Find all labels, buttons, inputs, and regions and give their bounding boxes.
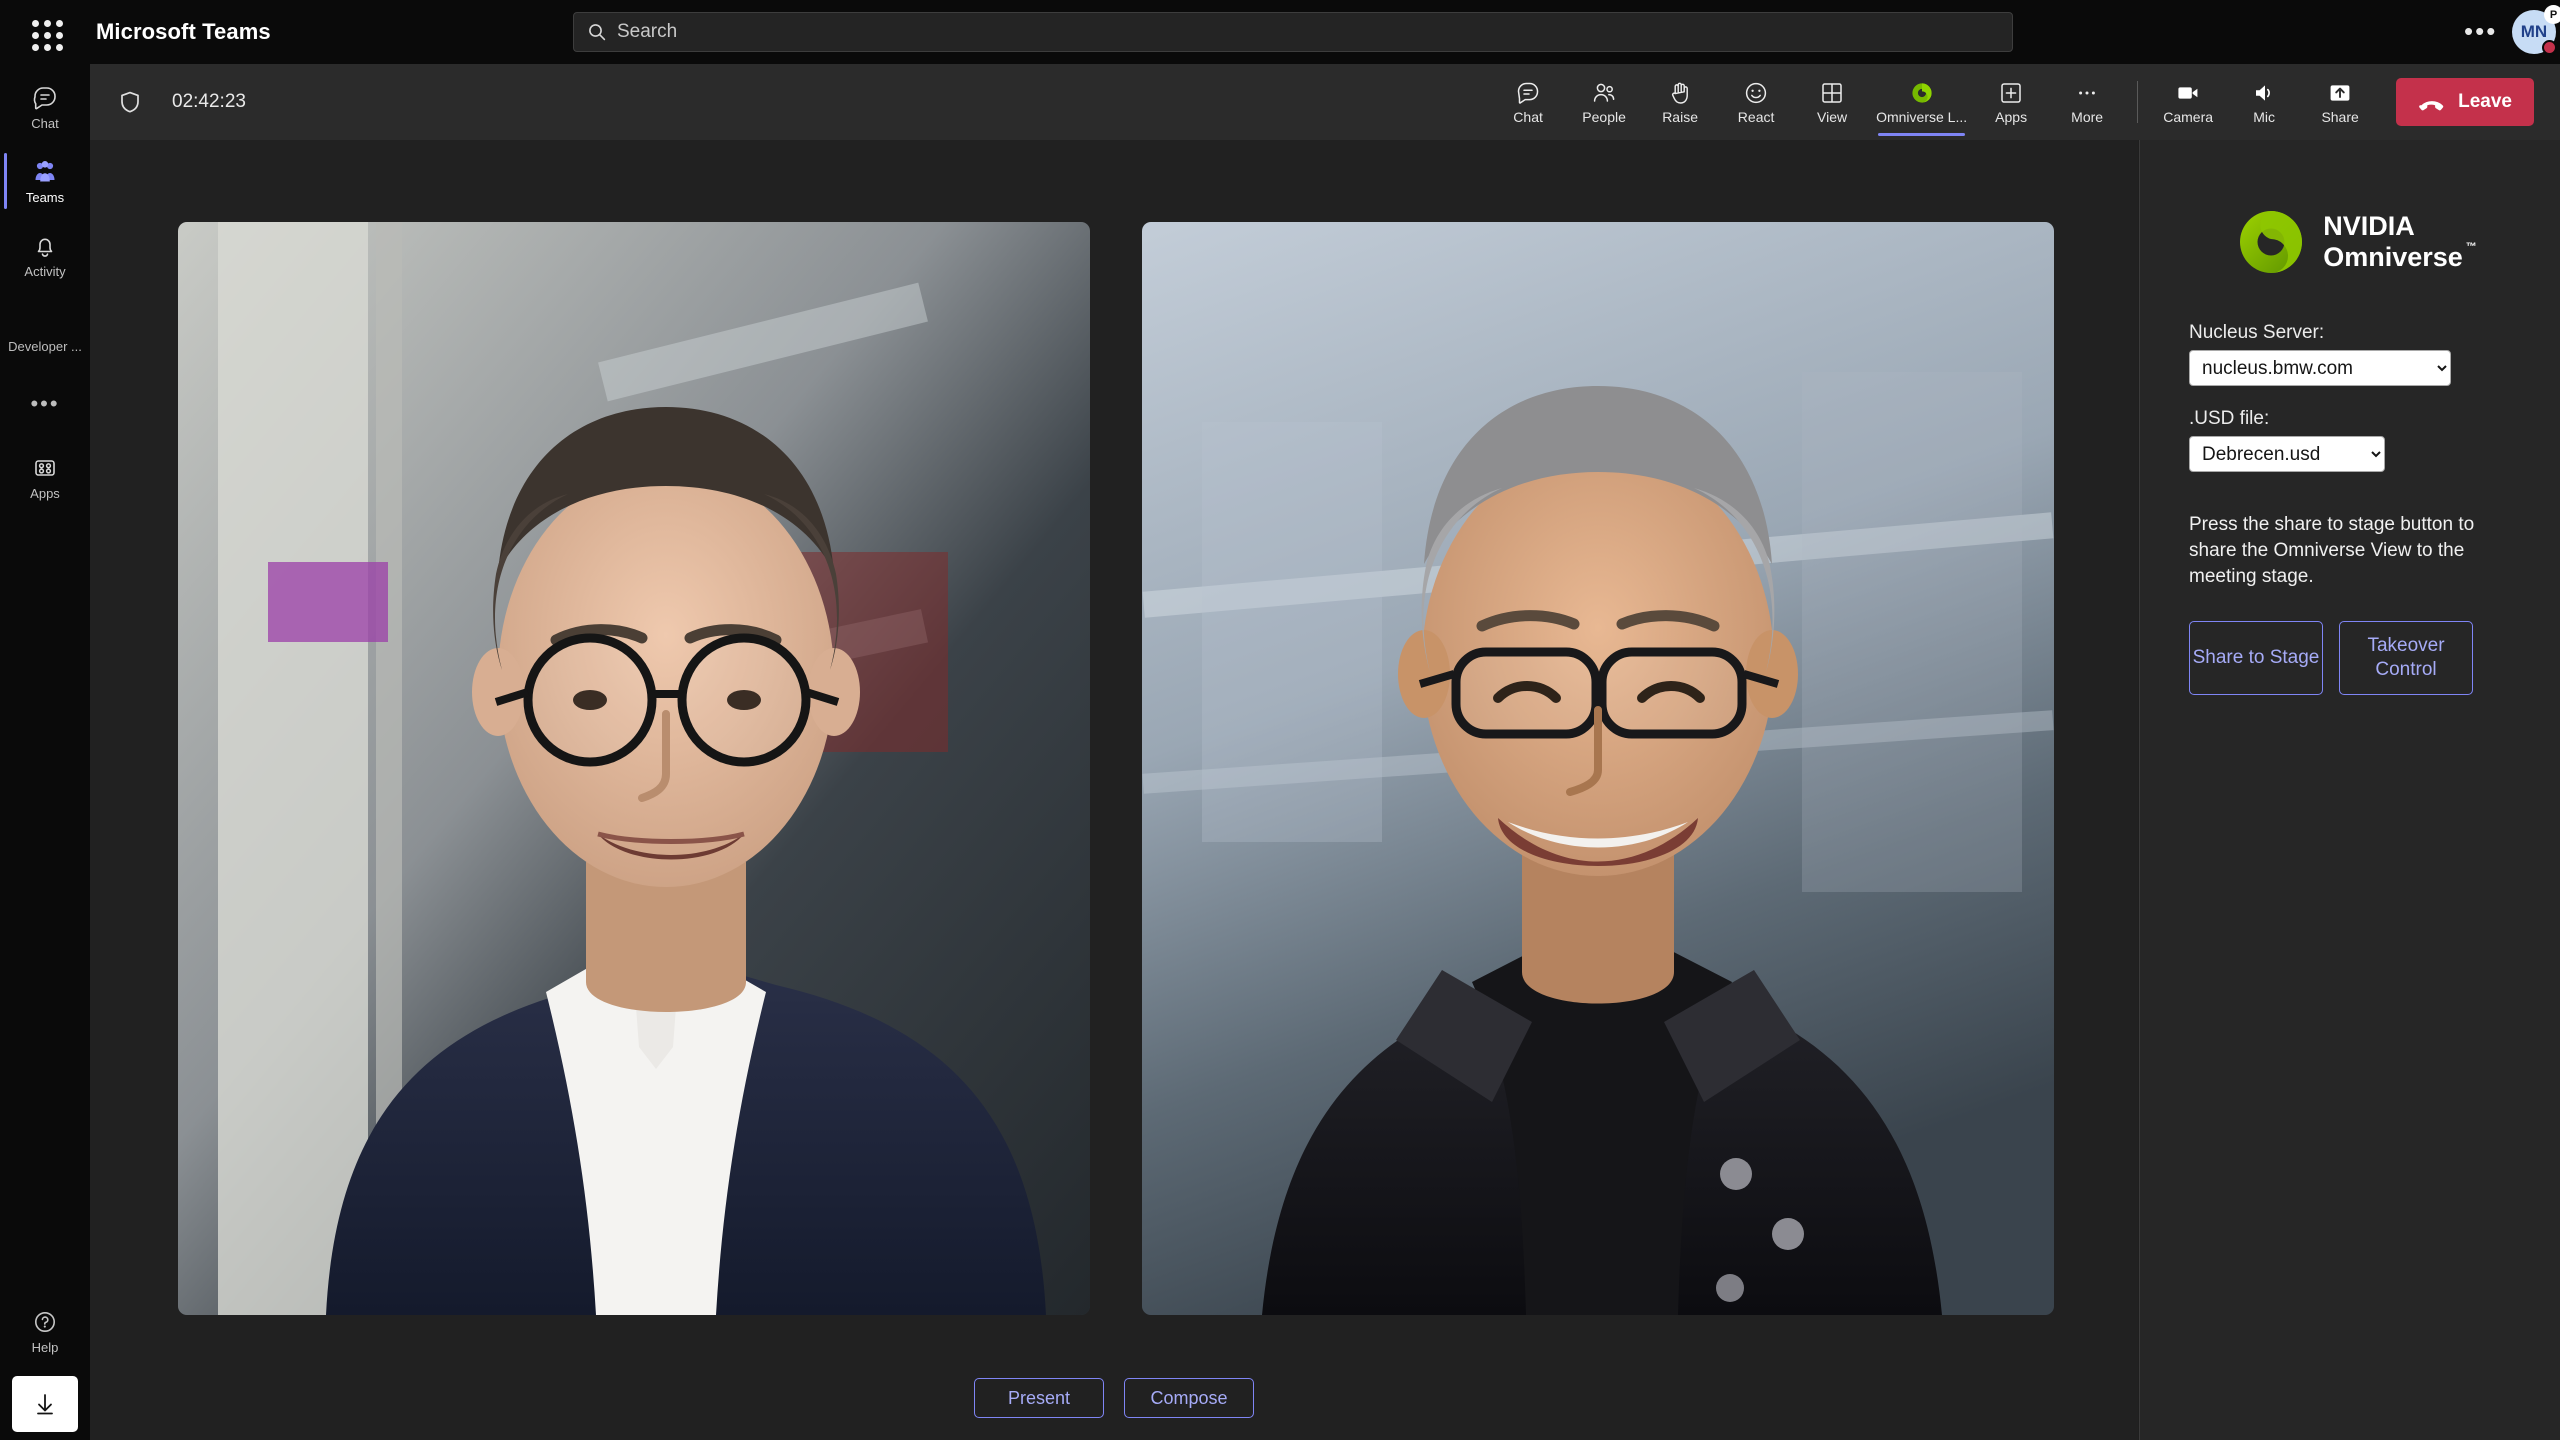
app-launcher-grid-icon[interactable]	[21, 9, 67, 55]
tool-label: People	[1582, 109, 1626, 125]
apps-grid-icon	[31, 454, 59, 482]
chat-bubble-icon	[1515, 80, 1541, 106]
sidebar-item-more[interactable]: •••	[0, 376, 90, 432]
nvidia-omniverse-ring-icon	[2237, 208, 2305, 276]
sidebar-item-activity[interactable]: Activity	[0, 218, 90, 292]
search-input[interactable]: Search	[573, 12, 2013, 52]
tool-people[interactable]: People	[1566, 64, 1642, 140]
sidebar-item-help[interactable]: Help	[0, 1294, 90, 1368]
tool-omniverse-live[interactable]: Omniverse L...	[1870, 64, 1973, 140]
search-icon	[587, 22, 607, 42]
raise-hand-icon	[1667, 80, 1693, 106]
tool-more[interactable]: More	[2049, 64, 2125, 140]
meeting-timer: 02:42:23	[172, 91, 246, 113]
tool-mic[interactable]: Mic	[2226, 64, 2302, 140]
search-placeholder: Search	[617, 21, 677, 43]
leave-label: Leave	[2458, 91, 2512, 113]
sidebar-item-developer[interactable]: Developer ...	[0, 316, 90, 376]
nvidia-omniverse-brand: NVIDIA Omniverse ™	[2140, 208, 2560, 276]
left-rail: Chat Teams Activity Developer ... ••• Ap	[0, 64, 90, 1440]
brand-line-1: NVIDIA	[2323, 211, 2463, 242]
download-arrow-icon	[30, 1389, 60, 1419]
takeover-control-button[interactable]: Takeover Control	[2339, 621, 2473, 695]
sidebar-item-label: Chat	[31, 116, 58, 131]
tool-react[interactable]: React	[1718, 64, 1794, 140]
more-dots-icon	[2074, 80, 2100, 106]
participant-right-image	[1142, 222, 2054, 1315]
meeting-stage: Present Compose	[90, 140, 2138, 1440]
premium-badge: P	[2544, 5, 2560, 24]
tool-label: Share	[2321, 109, 2358, 125]
participant-left-image	[178, 222, 1090, 1315]
tool-chat[interactable]: Chat	[1490, 64, 1566, 140]
tool-label: View	[1817, 109, 1847, 125]
tool-label: More	[2071, 109, 2103, 125]
chat-bubble-icon	[31, 84, 59, 112]
leave-button[interactable]: Leave	[2396, 78, 2534, 126]
compose-button[interactable]: Compose	[1124, 1378, 1254, 1418]
tool-label: Raise	[1662, 109, 1698, 125]
mic-speaker-icon	[2251, 80, 2277, 106]
meeting-tools: Chat People Raise React	[1490, 64, 2544, 140]
tool-label: Camera	[2163, 109, 2213, 125]
tool-label: Omniverse L...	[1876, 109, 1967, 125]
teams-people-icon	[31, 158, 59, 186]
sidebar-item-apps[interactable]: Apps	[0, 440, 90, 514]
video-tiles	[178, 222, 2054, 1315]
brand-line-2: Omniverse	[2323, 242, 2463, 273]
tool-label: Chat	[1513, 109, 1543, 125]
trademark-mark: ™	[2466, 241, 2477, 254]
tool-view[interactable]: View	[1794, 64, 1870, 140]
share-up-arrow-icon	[2327, 80, 2353, 106]
tool-raise-hand[interactable]: Raise	[1642, 64, 1718, 140]
brand-text: NVIDIA Omniverse ™	[2323, 211, 2463, 274]
shield-security-icon	[118, 90, 142, 114]
sidebar-item-label: Help	[32, 1340, 59, 1355]
toolbar-divider	[2137, 81, 2138, 123]
sidebar-item-chat[interactable]: Chat	[0, 70, 90, 144]
usd-file-select[interactable]: Debrecen.usd	[2189, 436, 2385, 472]
participant-video-right[interactable]	[1142, 222, 2054, 1315]
tool-camera[interactable]: Camera	[2150, 64, 2226, 140]
download-button[interactable]	[12, 1376, 78, 1432]
smiley-react-icon	[1743, 80, 1769, 106]
present-button[interactable]: Present	[974, 1378, 1104, 1418]
share-to-stage-button[interactable]: Share to Stage	[2189, 621, 2323, 695]
panel-actions: Share to Stage Takeover Control	[2189, 621, 2560, 695]
meeting-toolbar: 02:42:23 Chat People Raise	[90, 64, 2560, 140]
nucleus-server-select[interactable]: nucleus.bmw.com	[2189, 350, 2451, 386]
bell-icon	[31, 232, 59, 260]
help-question-icon	[31, 1308, 59, 1336]
tool-label: Mic	[2253, 109, 2275, 125]
sidebar-item-label: Activity	[24, 264, 65, 279]
usd-file-label: .USD file:	[2189, 408, 2560, 430]
topbar-more-button[interactable]: •••	[2464, 22, 2497, 40]
status-badge	[2542, 40, 2557, 55]
camera-icon	[2175, 80, 2201, 106]
people-icon	[1591, 80, 1617, 106]
hang-up-phone-icon	[2418, 88, 2446, 116]
tool-share[interactable]: Share	[2302, 64, 2378, 140]
app-bar: Microsoft Teams Search ••• MN P	[0, 0, 2560, 64]
participant-video-left[interactable]	[178, 222, 1090, 1315]
tool-label: React	[1738, 109, 1775, 125]
omniverse-ring-icon	[1909, 80, 1935, 106]
tool-apps[interactable]: Apps	[1973, 64, 2049, 140]
panel-instructions: Press the share to stage button to share…	[2189, 512, 2516, 591]
page-title: Microsoft Teams	[96, 19, 271, 45]
nucleus-server-label: Nucleus Server:	[2189, 322, 2560, 344]
avatar[interactable]: MN P	[2512, 10, 2556, 54]
sidebar-item-teams[interactable]: Teams	[0, 144, 90, 218]
omniverse-side-panel: NVIDIA Omniverse ™ Nucleus Server: nucle…	[2139, 140, 2560, 1440]
stage-actions: Present Compose	[90, 1378, 2138, 1418]
sidebar-item-label: Teams	[26, 190, 64, 205]
view-grid-icon	[1819, 80, 1845, 106]
sidebar-item-label: Apps	[30, 486, 60, 501]
tool-label: Apps	[1995, 109, 2027, 125]
apps-plus-icon	[1998, 80, 2024, 106]
